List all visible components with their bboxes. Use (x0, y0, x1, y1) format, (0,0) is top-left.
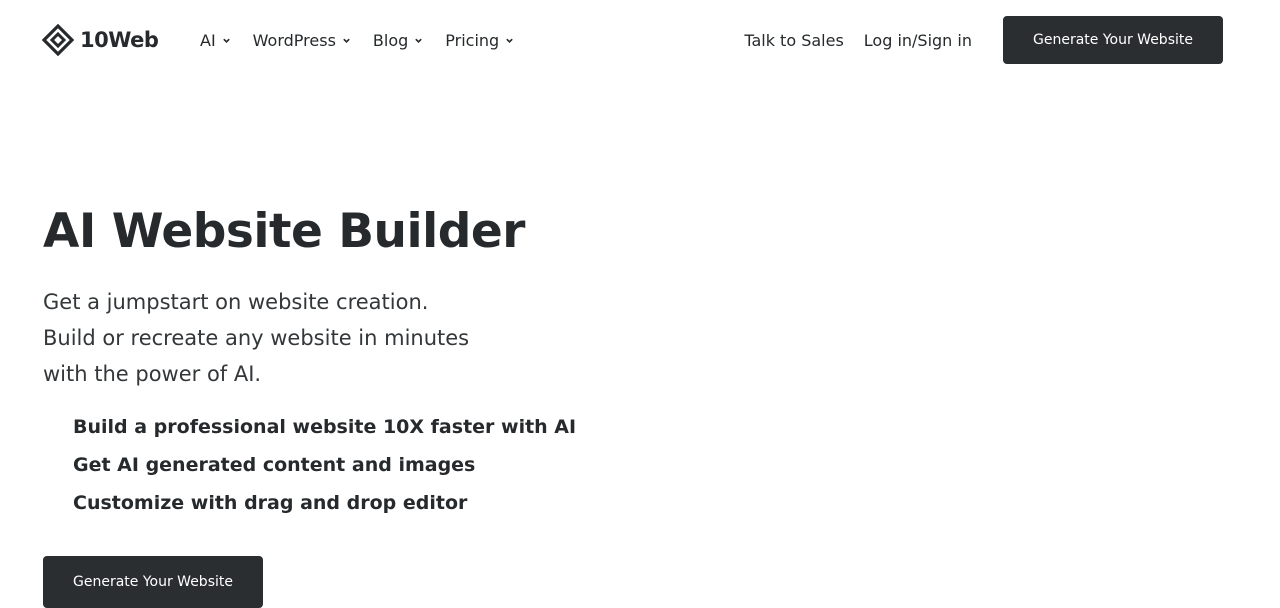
chevron-down-icon (506, 38, 513, 43)
nav-item-label: Blog (372, 30, 409, 50)
10web-diamond-logo-icon (42, 24, 74, 56)
login-link[interactable]: Log in/Sign in (864, 31, 972, 50)
header-right-links: Talk to Sales Log in/Sign in (744, 28, 972, 52)
hero-title: AI Website Builder (43, 204, 525, 259)
talk-to-sales-link[interactable]: Talk to Sales (744, 31, 843, 50)
logo-link[interactable]: 10Web (42, 24, 159, 56)
hero-subtitle-line: Build or recreate any website in minutes (43, 326, 470, 350)
site-header: 10Web AI WordPress Blog Pricing Talk to … (0, 0, 1280, 80)
nav-item-wordpress[interactable]: WordPress (253, 31, 351, 50)
feature-item: Customize with drag and drop editor (73, 492, 468, 514)
hero-subtitle-line: Get a jumpstart on website creation. (43, 290, 429, 314)
feature-list: Build a professional website 10X faster … (73, 408, 576, 522)
nav-item-pricing[interactable]: Pricing (445, 31, 514, 50)
nav-item-label: AI (200, 30, 216, 50)
nav-item-label: WordPress (252, 30, 336, 50)
hero-section: AI Website Builder Get a jumpstart on we… (43, 200, 743, 392)
chevron-down-icon (222, 38, 230, 43)
feature-item: Build a professional website 10X faster … (73, 416, 577, 438)
nav-item-label: Pricing (445, 30, 500, 50)
chevron-down-icon (415, 38, 423, 43)
hero-subtitle-line: with the power of AI. (43, 362, 262, 386)
hero-subtitle: Get a jumpstart on website creation. Bui… (43, 284, 743, 392)
nav-item-blog[interactable]: Blog (373, 31, 423, 50)
feature-item: Get AI generated content and images (73, 454, 476, 476)
chevron-down-icon (343, 38, 350, 43)
nav-item-ai[interactable]: AI (200, 31, 231, 50)
brand-name: 10Web (80, 28, 159, 52)
generate-website-hero-button[interactable]: Generate Your Website (43, 556, 263, 608)
generate-website-header-button[interactable]: Generate Your Website (1003, 16, 1223, 64)
main-nav: AI WordPress Blog Pricing (200, 28, 514, 52)
